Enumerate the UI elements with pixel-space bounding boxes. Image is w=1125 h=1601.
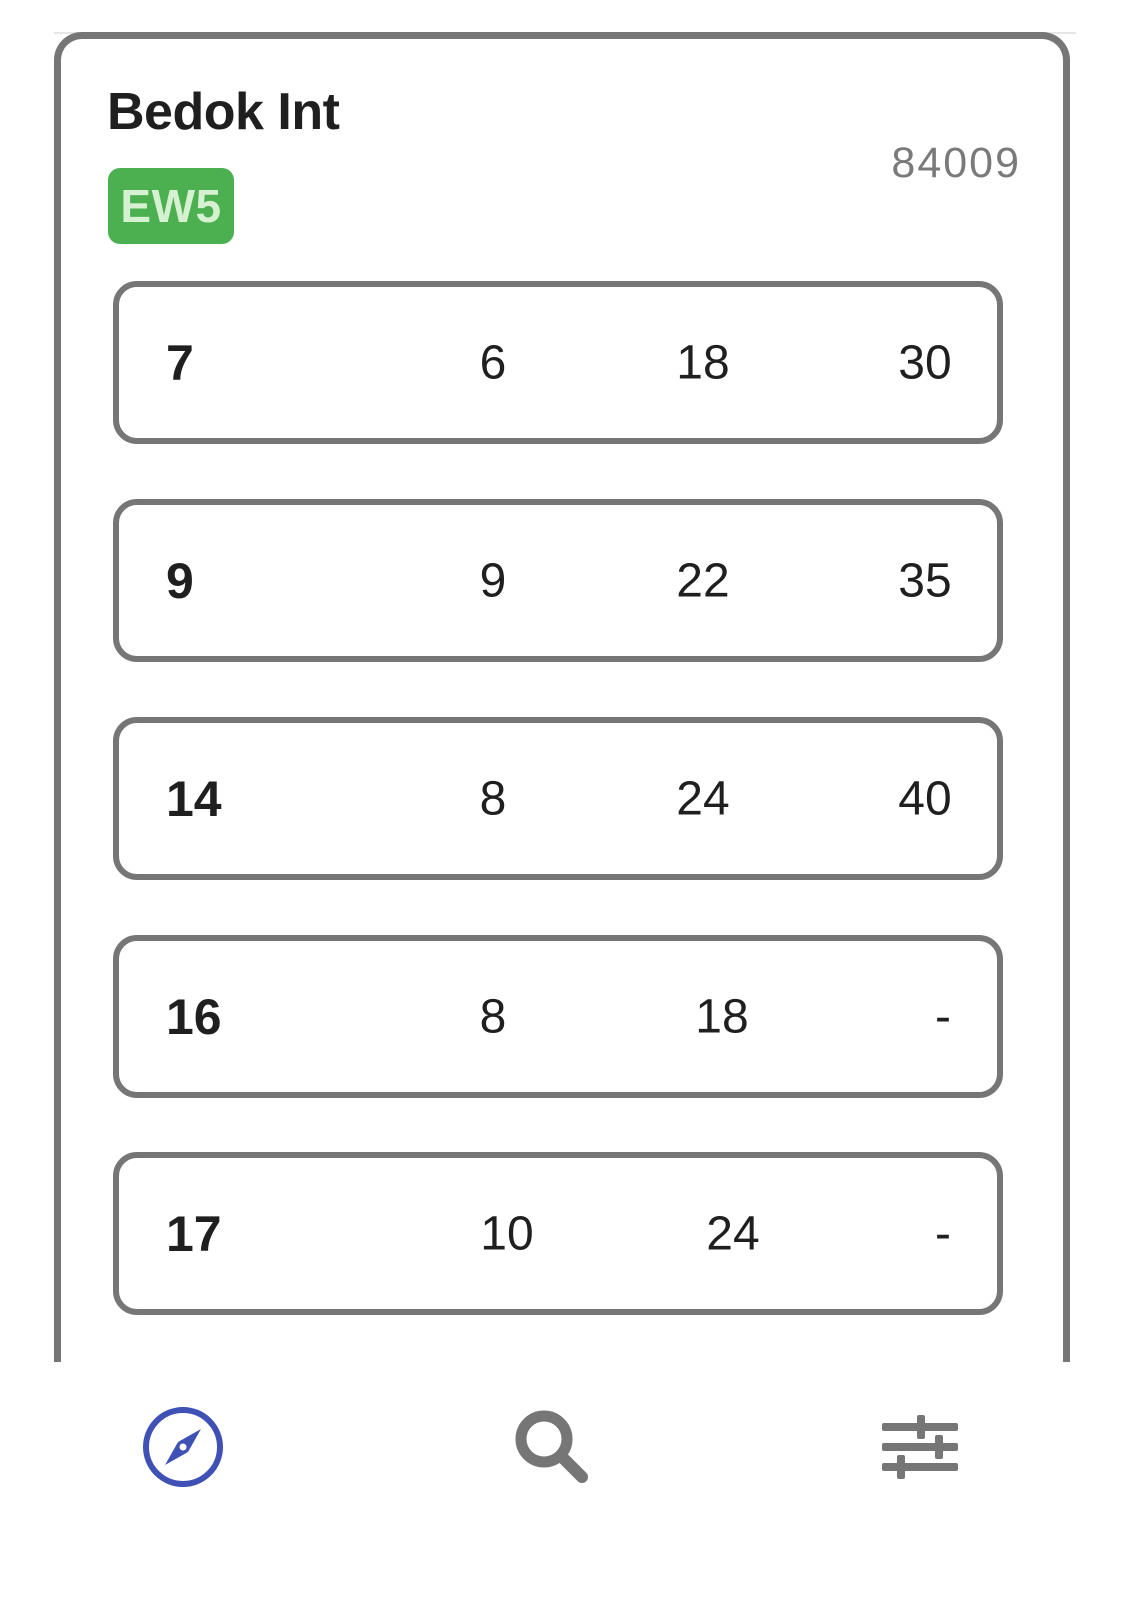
search-tab[interactable] [497, 1392, 607, 1502]
stop-code: 84009 [891, 139, 1021, 187]
stop-name: Bedok Int [107, 83, 340, 141]
service-number: 7 [166, 334, 194, 391]
service-number: 17 [166, 1205, 222, 1262]
bottom-navigation [0, 1362, 1125, 1601]
settings-tab[interactable] [865, 1392, 975, 1502]
service-row[interactable]: 9 9 22 35 [113, 499, 1003, 662]
arrival-time-1: 10 [480, 1207, 534, 1260]
arrival-time-2: 22 [676, 554, 730, 607]
sliders-icon [882, 1415, 958, 1479]
service-row[interactable]: 17 10 24 - [113, 1152, 1003, 1315]
mrt-station-label: EW5 [120, 180, 222, 232]
service-number: 14 [166, 770, 222, 827]
arrival-time-3: - [935, 1207, 951, 1260]
arrival-time-3: 30 [898, 336, 952, 389]
service-row[interactable]: 14 8 24 40 [113, 717, 1003, 880]
arrival-time-3: 40 [898, 772, 952, 825]
arrival-time-1: 8 [479, 990, 507, 1043]
arrival-time-3: 35 [898, 554, 952, 607]
service-row[interactable]: 7 6 18 30 [113, 281, 1003, 444]
arrival-time-2: 24 [676, 772, 730, 825]
arrival-time-2: 18 [695, 990, 749, 1043]
arrival-time-3: - [935, 990, 951, 1043]
bus-stop-card[interactable]: Bedok Int 84009 EW5 7 6 18 30 9 9 22 35 … [54, 32, 1070, 1432]
arrival-time-1: 8 [479, 772, 507, 825]
service-number: 16 [166, 988, 222, 1045]
mrt-station-badge: EW5 [108, 168, 234, 244]
arrival-time-1: 9 [479, 554, 507, 607]
arrival-time-2: 18 [676, 336, 730, 389]
search-icon [515, 1410, 588, 1483]
service-number: 9 [166, 552, 194, 609]
service-row[interactable]: 16 8 18 - [113, 935, 1003, 1098]
arrival-time-2: 24 [706, 1207, 760, 1260]
compass-icon [143, 1407, 223, 1487]
arrival-time-1: 6 [479, 336, 507, 389]
explore-tab[interactable] [128, 1392, 238, 1502]
